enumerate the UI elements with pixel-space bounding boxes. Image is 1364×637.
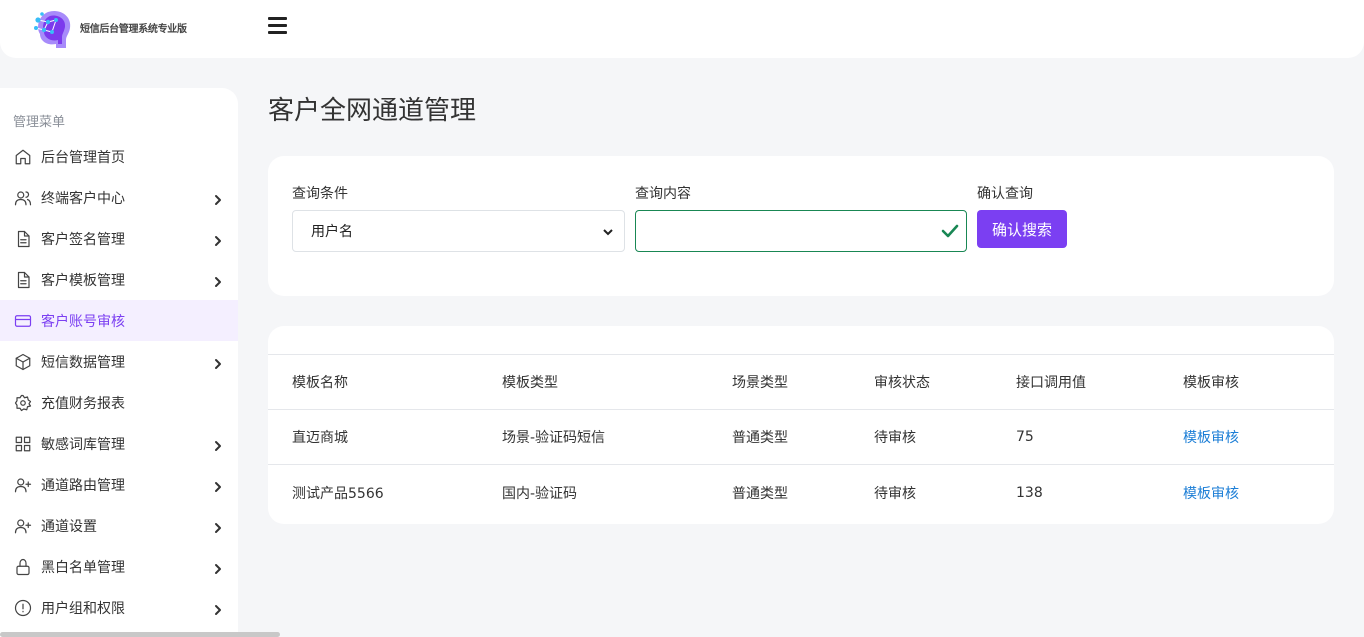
sidebar-item-label: 充值财务报表 — [41, 395, 125, 412]
sidebar-item-channel-settings[interactable]: 通道设置 — [0, 505, 238, 546]
sidebar-item-sms-data[interactable]: 短信数据管理 — [0, 341, 238, 382]
sidebar-item-label: 用户组和权限 — [41, 600, 125, 617]
sidebar-item-customers[interactable]: 终端客户中心 — [0, 177, 238, 218]
sidebar-item-label: 客户签名管理 — [41, 231, 125, 248]
sidebar-item-label: 短信数据管理 — [41, 354, 125, 371]
sidebar-item-label: 后台管理首页 — [41, 149, 125, 166]
box-icon — [13, 352, 33, 372]
credit-card-icon — [13, 311, 33, 331]
condition-select-value: 用户名 — [311, 224, 353, 240]
table-row: 直迈商城 场景-验证码短信 普通类型 待审核 75 模板审核 — [268, 410, 1334, 465]
sidebar-item-finance-report[interactable]: 充值财务报表 — [0, 382, 238, 423]
confirm-label: 确认查询 — [977, 186, 1033, 202]
sidebar-title: 管理菜单 — [13, 115, 66, 130]
sidebar-item-user-groups[interactable]: 用户组和权限 — [0, 587, 238, 628]
column-header: 审核状态 — [874, 375, 930, 391]
table-header: 模板名称 模板类型 场景类型 审核状态 接口调用值 模板审核 — [268, 354, 1334, 410]
brand-name: 短信后台管理系统专业版 — [80, 24, 187, 35]
horizontal-scrollbar[interactable] — [0, 632, 280, 637]
grid-icon — [13, 434, 33, 454]
user-plus-icon — [13, 475, 33, 495]
user-plus-icon — [13, 516, 33, 536]
file-text-icon — [13, 229, 33, 249]
sidebar-item-templates[interactable]: 客户模板管理 — [0, 259, 238, 300]
condition-select[interactable]: 用户名 — [292, 210, 625, 252]
chevron-right-icon — [213, 437, 223, 451]
template-review-link[interactable]: 模板审核 — [1183, 465, 1239, 520]
column-header: 模板类型 — [502, 375, 558, 391]
chevron-right-icon — [213, 601, 223, 615]
chevron-down-icon — [602, 226, 614, 238]
content-label: 查询内容 — [635, 186, 691, 202]
confirm-search-button[interactable]: 确认搜索 — [977, 210, 1067, 248]
lock-icon — [13, 557, 33, 577]
search-panel: 查询条件 查询内容 确认查询 用户名 确认搜索 — [268, 156, 1334, 296]
chevron-right-icon — [213, 273, 223, 287]
review-status-cell: 待审核 — [874, 430, 916, 446]
home-icon — [13, 147, 33, 167]
sidebar-item-signatures[interactable]: 客户签名管理 — [0, 218, 238, 259]
sidebar-item-label: 通道设置 — [41, 518, 97, 535]
chevron-right-icon — [213, 478, 223, 492]
page-title: 客户全网通道管理 — [268, 96, 477, 126]
chevron-right-icon — [213, 355, 223, 369]
template-type-cell: 场景-验证码短信 — [502, 430, 606, 446]
template-name-cell: 直迈商城 — [292, 430, 348, 446]
sidebar-item-sensitive-words[interactable]: 敏感词库管理 — [0, 423, 238, 464]
alert-circle-icon — [13, 598, 33, 618]
sidebar-item-account-review[interactable]: 客户账号审核 — [0, 300, 238, 341]
file-text-icon — [13, 270, 33, 290]
column-header: 场景类型 — [732, 375, 788, 391]
api-value-cell: 75 — [1016, 429, 1034, 445]
sidebar-item-label: 黑白名单管理 — [41, 559, 125, 576]
column-header: 接口调用值 — [1016, 375, 1086, 391]
sidebar-item-channel-routing[interactable]: 通道路由管理 — [0, 464, 238, 505]
hamburger-menu-icon[interactable] — [268, 17, 288, 37]
api-value-cell: 138 — [1016, 484, 1043, 501]
sidebar-item-black-white-list[interactable]: 黑白名单管理 — [0, 546, 238, 587]
template-review-link[interactable]: 模板审核 — [1183, 410, 1239, 464]
sidebar-item-dashboard[interactable]: 后台管理首页 — [0, 136, 238, 177]
table-row: 测试产品5566 国内-验证码 普通类型 待审核 138 模板审核 — [268, 465, 1334, 520]
chevron-right-icon — [213, 560, 223, 574]
settings-icon — [13, 393, 33, 413]
sidebar-menu: 后台管理首页 终端客户中心 客户签名管理 客户模板管理 客户账号审核 短信数据管… — [0, 136, 238, 628]
template-type-cell: 国内-验证码 — [502, 485, 578, 502]
condition-label: 查询条件 — [292, 186, 348, 202]
search-content-input[interactable] — [635, 210, 967, 252]
chevron-right-icon — [213, 232, 223, 246]
brain-logo-icon — [34, 10, 71, 49]
sidebar: 管理菜单 后台管理首页 终端客户中心 客户签名管理 客户模板管理 客户账号审核 — [0, 88, 238, 637]
chevron-right-icon — [213, 191, 223, 205]
top-bar: 短信后台管理系统专业版 — [0, 0, 1364, 58]
sidebar-item-label: 终端客户中心 — [41, 190, 125, 207]
results-table: 模板名称 模板类型 场景类型 审核状态 接口调用值 模板审核 直迈商城 场景-验… — [268, 326, 1334, 524]
column-header: 模板审核 — [1183, 375, 1239, 391]
chevron-right-icon — [213, 519, 223, 533]
sidebar-item-label: 敏感词库管理 — [41, 436, 125, 453]
scene-type-cell: 普通类型 — [732, 430, 788, 446]
sidebar-item-label: 客户模板管理 — [41, 272, 125, 289]
template-name-cell: 测试产品5566 — [292, 485, 384, 502]
scene-type-cell: 普通类型 — [732, 485, 788, 502]
check-icon — [941, 223, 959, 239]
sidebar-item-label: 客户账号审核 — [41, 313, 125, 330]
review-status-cell: 待审核 — [874, 485, 916, 502]
column-header: 模板名称 — [292, 375, 348, 391]
sidebar-item-label: 通道路由管理 — [41, 477, 125, 494]
users-icon — [13, 188, 33, 208]
